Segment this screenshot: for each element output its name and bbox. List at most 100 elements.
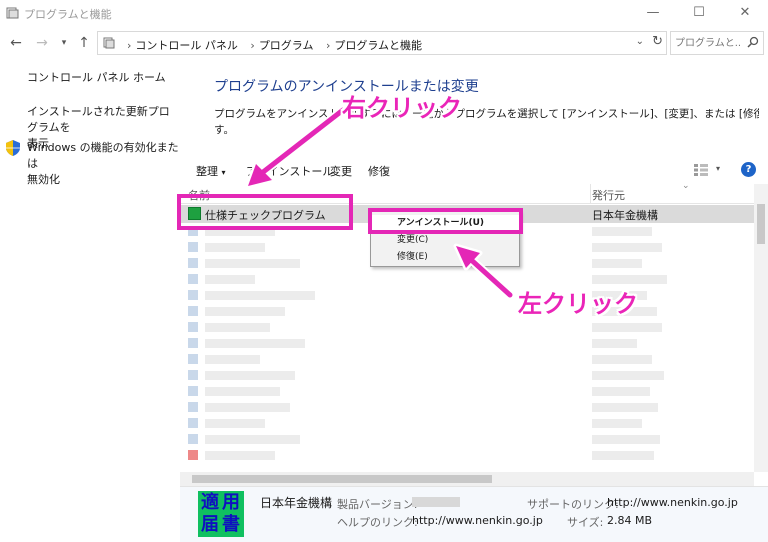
up-icon[interactable]: ↑ [74, 33, 94, 53]
scrollbar-thumb[interactable] [192, 475, 492, 483]
forward-icon[interactable]: → [32, 33, 52, 53]
redacted-row-name [205, 451, 275, 460]
redacted-row-publisher [592, 259, 642, 268]
support-link[interactable]: http://www.nenkin.go.jp [607, 496, 738, 509]
redacted-row-icon [188, 258, 198, 268]
page-description: プログラムをアンインストールするには、一覧からプログラムを選択して [アンインス… [214, 106, 759, 138]
scrollbar-thumb[interactable] [757, 204, 765, 244]
column-separator [590, 184, 591, 204]
recent-locations-icon[interactable]: ▾ [54, 33, 74, 53]
redacted-row-icon [188, 418, 198, 428]
badge-char: 届 [201, 514, 219, 535]
redacted-row-publisher [592, 355, 652, 364]
menu-item-change[interactable]: 変更(C) [371, 232, 519, 249]
repair-button[interactable]: 修復 [368, 163, 390, 179]
chevron-right-icon: › [250, 39, 255, 52]
highlight-uninstall-item [368, 208, 523, 234]
close-button[interactable]: ✕ [722, 0, 768, 26]
uninstall-button[interactable]: アンインストール [246, 163, 333, 179]
program-publisher: 日本年金機構 [592, 209, 658, 222]
redacted-row-icon [188, 306, 198, 316]
address-bar[interactable]: › コントロール パネル › プログラム › プログラムと機能 ⌄ ↻ [97, 31, 667, 55]
support-link-label: サポートのリンク: [527, 498, 619, 511]
redacted-row-icon [188, 242, 198, 252]
help-link[interactable]: http://www.nenkin.go.jp [412, 514, 543, 527]
breadcrumb: › コントロール パネル › プログラム › プログラムと機能 [122, 37, 426, 53]
control-panel-home-link[interactable]: コントロール パネル ホーム [27, 70, 166, 86]
organize-button[interactable]: 整理 ▾ [196, 163, 226, 179]
windows-features-link[interactable]: Windows の機能の有効化または 無効化 [27, 140, 180, 188]
redacted-row-icon [188, 370, 198, 380]
redacted-row-publisher [592, 243, 662, 252]
redacted-row-publisher [592, 275, 667, 284]
refresh-icon[interactable]: ↻ [652, 34, 663, 49]
menu-item-repair[interactable]: 修復(E) [371, 249, 519, 266]
version-value-redacted [412, 497, 460, 507]
redacted-row-publisher [592, 339, 637, 348]
redacted-row-publisher [592, 419, 642, 428]
redacted-row-icon [188, 274, 198, 284]
details-publisher: 日本年金機構 [260, 496, 333, 510]
redacted-row-publisher [592, 451, 654, 460]
minimize-button[interactable]: — [630, 0, 676, 26]
badge-char: 用 [222, 492, 240, 513]
right-click-label: 右クリック [342, 94, 462, 122]
redacted-row-icon [188, 450, 198, 460]
search-box[interactable] [670, 31, 764, 55]
windows-features-line1: Windows の機能の有効化または [27, 141, 179, 170]
badge-char: 適 [201, 492, 219, 513]
redacted-row-icon [188, 322, 198, 332]
highlight-selected-program [177, 194, 353, 230]
redacted-row-icon [188, 338, 198, 348]
redacted-row-name [205, 275, 255, 284]
redacted-row-publisher [592, 387, 650, 396]
chevron-down-icon[interactable]: ⌄ [636, 36, 644, 47]
left-pane: コントロール パネル ホーム インストールされた更新プログラムを 表示 Wind… [0, 60, 180, 480]
breadcrumb-programs[interactable]: プログラム [259, 39, 314, 52]
redacted-row-name [205, 307, 285, 316]
redacted-row-name [205, 355, 260, 364]
breadcrumb-control-panel[interactable]: コントロール パネル [135, 39, 238, 52]
redacted-row-name [205, 371, 295, 380]
breadcrumb-programs-features[interactable]: プログラムと機能 [334, 39, 422, 52]
windows-features-line2: 無効化 [27, 173, 60, 186]
view-options-icon[interactable] [694, 164, 708, 176]
chevron-right-icon: › [127, 39, 132, 52]
programs-icon [6, 7, 19, 19]
column-publisher[interactable]: 発行元 [592, 187, 625, 203]
control-panel-icon [103, 37, 115, 49]
back-icon[interactable]: ← [6, 33, 26, 53]
redacted-row-publisher [592, 371, 664, 380]
command-toolbar: 整理 ▾ アンインストール 変更 修復 ▾ [180, 156, 768, 184]
shield-icon [6, 140, 20, 156]
redacted-row-icon [188, 434, 198, 444]
redacted-row-publisher [592, 435, 660, 444]
redacted-row-publisher [592, 323, 662, 332]
change-button[interactable]: 変更 [330, 163, 352, 179]
vertical-scrollbar[interactable] [754, 184, 768, 472]
redacted-row-name [205, 291, 315, 300]
program-badge-icon: 適 用 届 書 [198, 491, 244, 537]
redacted-row-icon [188, 402, 198, 412]
redacted-row-name [205, 435, 300, 444]
search-icon[interactable] [747, 36, 759, 48]
horizontal-scrollbar[interactable] [180, 472, 754, 486]
chevron-down-icon: ▾ [221, 168, 226, 177]
redacted-row-icon [188, 290, 198, 300]
badge-char: 書 [222, 514, 240, 535]
installed-updates-line1: インストールされた更新プログラムを [27, 105, 170, 134]
help-icon[interactable]: ? [741, 162, 756, 177]
maximize-button[interactable]: ☐ [676, 0, 722, 26]
chevron-down-icon[interactable]: ▾ [716, 164, 720, 173]
redacted-row-name [205, 259, 300, 268]
redacted-row-icon [188, 354, 198, 364]
window-title: プログラムと機能 [24, 8, 112, 21]
sort-chevron-icon: ⌄ [682, 181, 690, 191]
organize-label: 整理 [196, 165, 218, 178]
description-line2: す。 [214, 124, 234, 136]
search-input[interactable] [675, 35, 741, 51]
chevron-right-icon: › [325, 39, 331, 52]
version-label: 製品バージョン: [337, 498, 418, 511]
control-panel-window: プログラムと機能 — ☐ ✕ ← → ▾ ↑ › コントロール パネル › プログラ… [0, 0, 768, 542]
description-line1: プログラムをアンインストールするには、一覧からプログラムを選択して [アンインス… [214, 108, 759, 120]
